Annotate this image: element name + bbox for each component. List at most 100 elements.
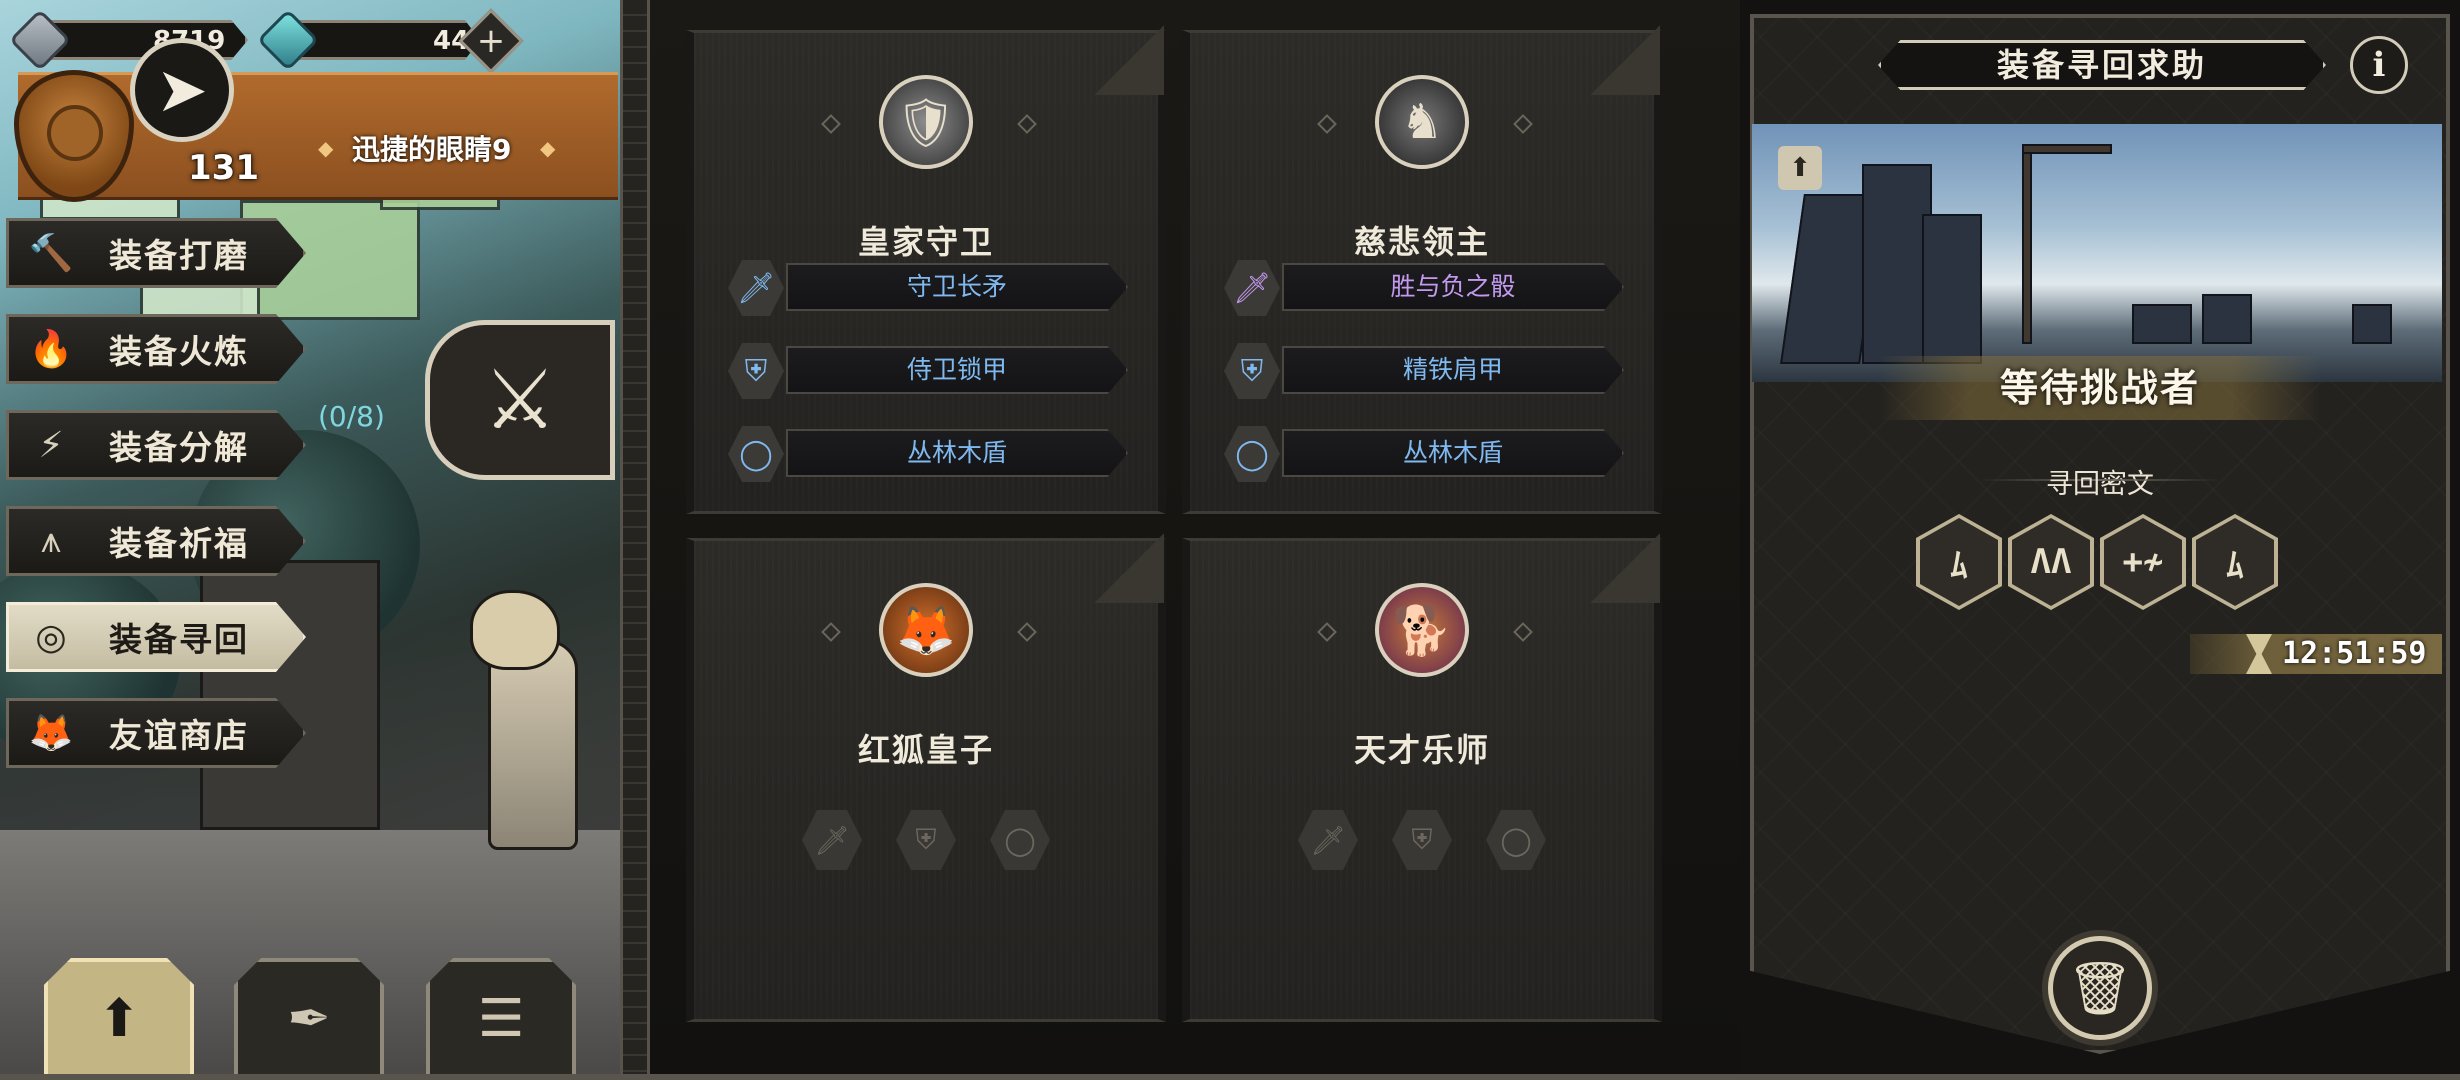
ruin-shape bbox=[2352, 304, 2392, 344]
menu-item-polish[interactable]: 🔨 装备打磨 bbox=[6, 218, 306, 288]
gallows-post bbox=[2022, 144, 2032, 344]
card-corner bbox=[1590, 533, 1660, 603]
equipment-name: 丛林木盾 bbox=[786, 429, 1128, 477]
card-corner bbox=[1094, 25, 1164, 95]
ring-icon: ◯ bbox=[728, 426, 784, 482]
flame-icon: 🔥 bbox=[28, 329, 74, 370]
ring-icon: ◯ bbox=[1224, 426, 1280, 482]
ornament-icon bbox=[1017, 622, 1037, 642]
hammer-icon: 🔨 bbox=[28, 233, 74, 274]
character-name: 红狐皇子 bbox=[857, 731, 994, 769]
delete-button[interactable]: 🗑 bbox=[2048, 936, 2152, 1040]
decompose-icon: ⚡ bbox=[38, 424, 64, 466]
quest-progress: (0/8) bbox=[318, 400, 385, 433]
equipment-row[interactable]: ⛨ 精铁肩甲 bbox=[1224, 343, 1624, 399]
sword-icon: 🗡 bbox=[728, 260, 784, 316]
achievement-name: 迅捷的眼睛9 bbox=[352, 133, 512, 166]
shield-emblem bbox=[47, 105, 103, 161]
equipment-row[interactable]: 🗡 守卫长矛 bbox=[728, 260, 1128, 316]
player-level: 131 bbox=[188, 148, 259, 188]
lord-portrait: ♞ bbox=[1375, 75, 1469, 169]
equipment-name: 精铁肩甲 bbox=[1282, 346, 1624, 394]
ornament-icon bbox=[1317, 622, 1337, 642]
fox-icon: 🦊 bbox=[28, 713, 74, 754]
menu-item-label: 装备寻回 bbox=[109, 620, 249, 659]
ornament-icon bbox=[821, 622, 841, 642]
menu-item-retrieve[interactable]: ◎ 装备寻回 bbox=[6, 602, 306, 672]
menu-item-label: 装备打磨 bbox=[109, 236, 249, 275]
equipment-name: 丛林木盾 bbox=[1282, 429, 1624, 477]
menu-item-blessing[interactable]: ⩚ 装备祈福 bbox=[6, 506, 306, 576]
trash-icon: 🗑 bbox=[2066, 959, 2133, 1019]
battle-badge-button[interactable]: ⚔ bbox=[425, 320, 615, 480]
card-corner bbox=[1590, 25, 1660, 95]
help-panel-title: 装备寻回求助 bbox=[1878, 40, 2326, 90]
equipment-row[interactable]: ◯ 丛林木盾 bbox=[1224, 426, 1624, 482]
retrieve-icon: ◎ bbox=[35, 616, 67, 658]
ornament-icon: ◆ bbox=[318, 136, 334, 160]
musician-portrait: 🐕 bbox=[1375, 583, 1469, 677]
armor-icon: ⛨ bbox=[1224, 343, 1280, 399]
bottom-border bbox=[0, 1074, 2460, 1080]
equipment-row[interactable]: ◯ 丛林木盾 bbox=[728, 426, 1128, 482]
ornament-icon bbox=[1513, 114, 1533, 134]
equipment-name: 胜与负之骰 bbox=[1282, 263, 1624, 311]
card-corner bbox=[1094, 533, 1164, 603]
battlefield-image bbox=[1752, 124, 2442, 382]
rune-glyph: +≁ bbox=[2104, 518, 2182, 606]
menu-item-label: 装备火炼 bbox=[109, 332, 249, 371]
equipment-name: 守卫长矛 bbox=[786, 263, 1128, 311]
menu-item-label: 装备分解 bbox=[109, 428, 249, 467]
upload-button[interactable]: ⬆ bbox=[44, 958, 194, 1080]
cipher-label: 寻回密文 bbox=[2046, 469, 2154, 500]
fox-prince-portrait: 🦊 bbox=[879, 583, 973, 677]
dog-character bbox=[488, 640, 578, 850]
character-name: 慈悲领主 bbox=[1353, 223, 1490, 261]
menu-item-label: 装备祈福 bbox=[109, 524, 249, 563]
countdown-timer: 12:51:59 bbox=[2282, 636, 2427, 671]
equipment-row[interactable]: 🗡 胜与负之骰 bbox=[1224, 260, 1624, 316]
menu-item-friendship-shop[interactable]: 🦊 友谊商店 bbox=[6, 698, 306, 768]
gallows-beam bbox=[2022, 144, 2112, 154]
equipment-row[interactable]: ⛨ 侍卫锁甲 bbox=[728, 343, 1128, 399]
character-name: 皇家守卫 bbox=[857, 223, 994, 261]
rune-glyph: ΛΛ bbox=[2012, 518, 2090, 606]
menu-item-label: 友谊商店 bbox=[109, 716, 249, 755]
quill-icon: ✒ bbox=[287, 989, 331, 1049]
ornament-icon bbox=[1317, 114, 1337, 134]
gem-currency-bar: 44 bbox=[290, 20, 480, 60]
menu-item-refine[interactable]: 🔥 装备火炼 bbox=[6, 314, 306, 384]
menu-item-decompose[interactable]: ⚡ 装备分解 bbox=[6, 410, 306, 480]
quill-button[interactable]: ✒ bbox=[234, 958, 384, 1080]
character-card-grid: 🛡 皇家守卫 🗡 守卫长矛 ⛨ 侍卫锁甲 ◯ 丛林木盾 ♞ 慈悲领主 🗡 胜与负… bbox=[650, 0, 1740, 1080]
divider-line bbox=[2100, 479, 2220, 481]
character-card[interactable]: ♞ 慈悲领主 🗡 胜与负之骰 ⛨ 精铁肩甲 ◯ 丛林木盾 bbox=[1182, 25, 1662, 514]
character-card[interactable]: 🐕 天才乐师 bbox=[1182, 533, 1662, 1022]
ruin-shape bbox=[2202, 294, 2252, 344]
knight-portrait: 🛡 bbox=[879, 75, 973, 169]
building bbox=[200, 560, 380, 830]
upload-icon: ⬆ bbox=[97, 989, 141, 1049]
ornament-icon bbox=[1017, 114, 1037, 134]
dog-head bbox=[470, 590, 560, 670]
character-card[interactable]: 🛡 皇家守卫 🗡 守卫长矛 ⛨ 侍卫锁甲 ◯ 丛林木盾 bbox=[686, 25, 1166, 514]
share-button[interactable]: ⬆ bbox=[1778, 146, 1822, 190]
character-card[interactable]: 🦊 红狐皇子 bbox=[686, 533, 1166, 1022]
ornament-icon bbox=[1513, 622, 1533, 642]
list-button[interactable]: ☰ bbox=[426, 958, 576, 1080]
rune-glyph: ﾑ bbox=[1920, 518, 1998, 606]
sword-icon: 🗡 bbox=[1224, 260, 1280, 316]
ornament-icon bbox=[821, 114, 841, 134]
panel-divider bbox=[620, 0, 650, 1080]
character-name: 天才乐师 bbox=[1353, 731, 1490, 769]
equipment-name: 侍卫锁甲 bbox=[786, 346, 1128, 394]
plus-icon: + bbox=[476, 21, 506, 61]
back-button[interactable]: ➤ bbox=[130, 38, 234, 142]
crossed-swords-icon: ⚔ bbox=[483, 352, 557, 448]
info-button[interactable]: i bbox=[2350, 36, 2408, 94]
ruin-shape bbox=[2132, 304, 2192, 344]
status-text: 等待挑战者 bbox=[1880, 356, 2320, 420]
armor-icon: ⛨ bbox=[728, 343, 784, 399]
rune-glyph: ﾑ bbox=[2196, 518, 2274, 606]
ruin-shape bbox=[1922, 214, 1982, 364]
